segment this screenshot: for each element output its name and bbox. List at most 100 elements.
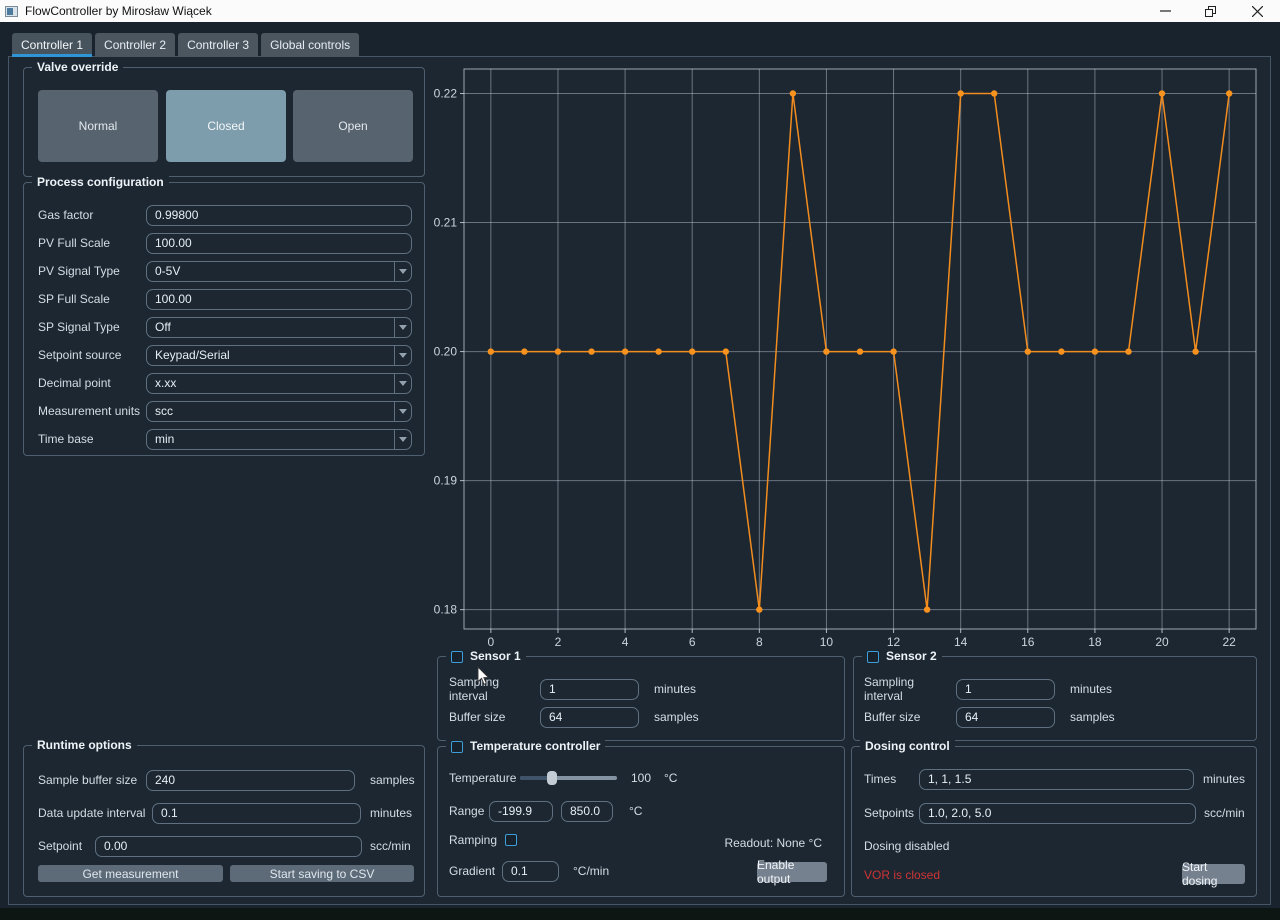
vor-status-text: VOR is closed: [864, 868, 941, 882]
app-icon: [5, 5, 18, 17]
decimal-point-select[interactable]: x.xx: [146, 372, 412, 394]
measurement-units-row: Measurement units scc: [38, 400, 412, 422]
selected-value: min: [155, 432, 175, 446]
close-button[interactable]: [1234, 0, 1280, 22]
setpoints-row: Setpoints scc/min: [864, 802, 1250, 824]
setpoints-input[interactable]: [919, 802, 1196, 824]
setpoints-label: Setpoints: [864, 806, 915, 820]
chevron-down-icon[interactable]: [394, 317, 411, 337]
sensor2-group: Sensor 2 Sampling interval minutes Buffe…: [853, 649, 1257, 741]
pv-signal-type-row: PV Signal Type 0-5V: [38, 260, 412, 282]
tab-label: Controller 2: [104, 38, 167, 52]
measurement-units-select[interactable]: scc: [146, 400, 412, 422]
restore-button[interactable]: [1188, 0, 1234, 22]
svg-text:0.18: 0.18: [434, 603, 458, 617]
dosing-status-text: Dosing disabled: [864, 839, 950, 853]
range-label: Range: [449, 804, 485, 818]
data-update-interval-input[interactable]: [152, 802, 361, 824]
start-dosing-button[interactable]: Start dosing: [1182, 860, 1245, 888]
setpoints-unit: scc/min: [1204, 806, 1245, 820]
group-title-label: Temperature controller: [470, 739, 601, 753]
sensor2-checkbox[interactable]: [867, 650, 879, 663]
sp-signal-type-select[interactable]: Off: [146, 316, 412, 338]
temperature-controller-checkbox[interactable]: [451, 740, 463, 753]
sample-buffer-size-unit: samples: [370, 773, 415, 787]
minimize-button[interactable]: [1142, 0, 1188, 22]
pv-full-scale-row: PV Full Scale: [38, 232, 412, 254]
enable-output-button[interactable]: Enable output: [757, 858, 827, 886]
temperature-slider[interactable]: [520, 771, 617, 785]
gradient-label: Gradient: [449, 864, 496, 878]
sensor1-sampling-row: Sampling interval minutes: [449, 675, 835, 703]
tab-controller-2[interactable]: Controller 2: [95, 33, 176, 57]
sensor1-checkbox[interactable]: [451, 650, 463, 663]
pv-full-scale-label: PV Full Scale: [38, 236, 111, 250]
decimal-point-label: Decimal point: [38, 376, 111, 390]
chevron-down-icon[interactable]: [394, 373, 411, 393]
range-max-input[interactable]: [561, 800, 613, 822]
temperature-slider-handle[interactable]: [547, 771, 557, 785]
svg-text:8: 8: [756, 635, 763, 649]
valve-normal-button[interactable]: Normal: [38, 90, 158, 162]
sensor1-buffer-input[interactable]: [540, 706, 639, 728]
sp-signal-type-label: SP Signal Type: [38, 320, 120, 334]
svg-text:14: 14: [954, 635, 968, 649]
sp-full-scale-row: SP Full Scale: [38, 288, 412, 310]
sensor1-buffer-row: Buffer size samples: [449, 706, 835, 728]
sampling-interval-unit: minutes: [1070, 682, 1113, 696]
ramping-checkbox[interactable]: [505, 834, 517, 846]
gas-factor-input[interactable]: [146, 204, 412, 226]
tab-label: Controller 3: [187, 38, 250, 52]
time-base-select[interactable]: min: [146, 428, 412, 450]
setpoint-source-select[interactable]: Keypad/Serial: [146, 344, 412, 366]
setpoint-unit: scc/min: [370, 839, 411, 853]
range-row: Range °C: [449, 800, 835, 822]
tab-controller-1[interactable]: Controller 1: [12, 33, 93, 57]
sensor2-sampling-row: Sampling interval minutes: [864, 675, 1250, 703]
sampling-interval-label: Sampling interval: [449, 675, 500, 703]
tab-global-controls[interactable]: Global controls: [261, 33, 360, 57]
selected-value: 0-5V: [155, 264, 181, 278]
setpoint-source-label: Setpoint source: [38, 348, 122, 362]
times-unit: minutes: [1203, 772, 1246, 786]
sensor2-sampling-input[interactable]: [956, 678, 1055, 700]
close-icon: [1251, 5, 1263, 17]
process-configuration-title: Process configuration: [32, 175, 169, 190]
gradient-row: Gradient °C/min: [449, 860, 689, 882]
sensor1-sampling-input[interactable]: [540, 678, 639, 700]
temperature-unit: °C: [664, 771, 678, 785]
svg-text:0: 0: [488, 635, 495, 649]
times-input[interactable]: [919, 768, 1194, 790]
setpoint-row: Setpoint scc/min: [38, 835, 420, 857]
chevron-down-icon[interactable]: [394, 429, 411, 449]
sp-full-scale-input[interactable]: [146, 288, 412, 310]
tab-controller-3[interactable]: Controller 3: [178, 33, 259, 57]
chevron-down-icon[interactable]: [394, 345, 411, 365]
sensor2-buffer-row: Buffer size samples: [864, 706, 1250, 728]
pv-full-scale-input[interactable]: [146, 232, 412, 254]
svg-text:22: 22: [1222, 635, 1236, 649]
setpoint-source-row: Setpoint source Keypad/Serial: [38, 344, 412, 366]
chevron-down-icon[interactable]: [394, 401, 411, 421]
temperature-label: Temperature: [449, 771, 517, 785]
sample-buffer-size-input[interactable]: [146, 769, 355, 791]
range-min-input[interactable]: [489, 800, 553, 822]
pv-signal-type-select[interactable]: 0-5V: [146, 260, 412, 282]
tab-label: Global controls: [270, 38, 351, 52]
valve-closed-button[interactable]: Closed: [166, 90, 286, 162]
selected-value: Keypad/Serial: [155, 348, 230, 362]
chevron-down-icon[interactable]: [394, 261, 411, 281]
sensor1-group: Sensor 1 Sampling interval minutes Buffe…: [437, 649, 845, 741]
svg-text:2: 2: [555, 635, 562, 649]
gradient-input[interactable]: [502, 860, 559, 882]
setpoint-input[interactable]: [95, 835, 362, 857]
decimal-point-row: Decimal point x.xx: [38, 372, 412, 394]
sensor2-buffer-input[interactable]: [956, 706, 1055, 728]
start-saving-csv-button[interactable]: Start saving to CSV: [230, 865, 414, 882]
sp-signal-type-row: SP Signal Type Off: [38, 316, 412, 338]
valve-open-button[interactable]: Open: [293, 90, 413, 162]
get-measurement-button[interactable]: Get measurement: [38, 865, 223, 882]
svg-text:10: 10: [820, 635, 834, 649]
svg-text:20: 20: [1155, 635, 1169, 649]
selected-value: Off: [155, 320, 171, 334]
